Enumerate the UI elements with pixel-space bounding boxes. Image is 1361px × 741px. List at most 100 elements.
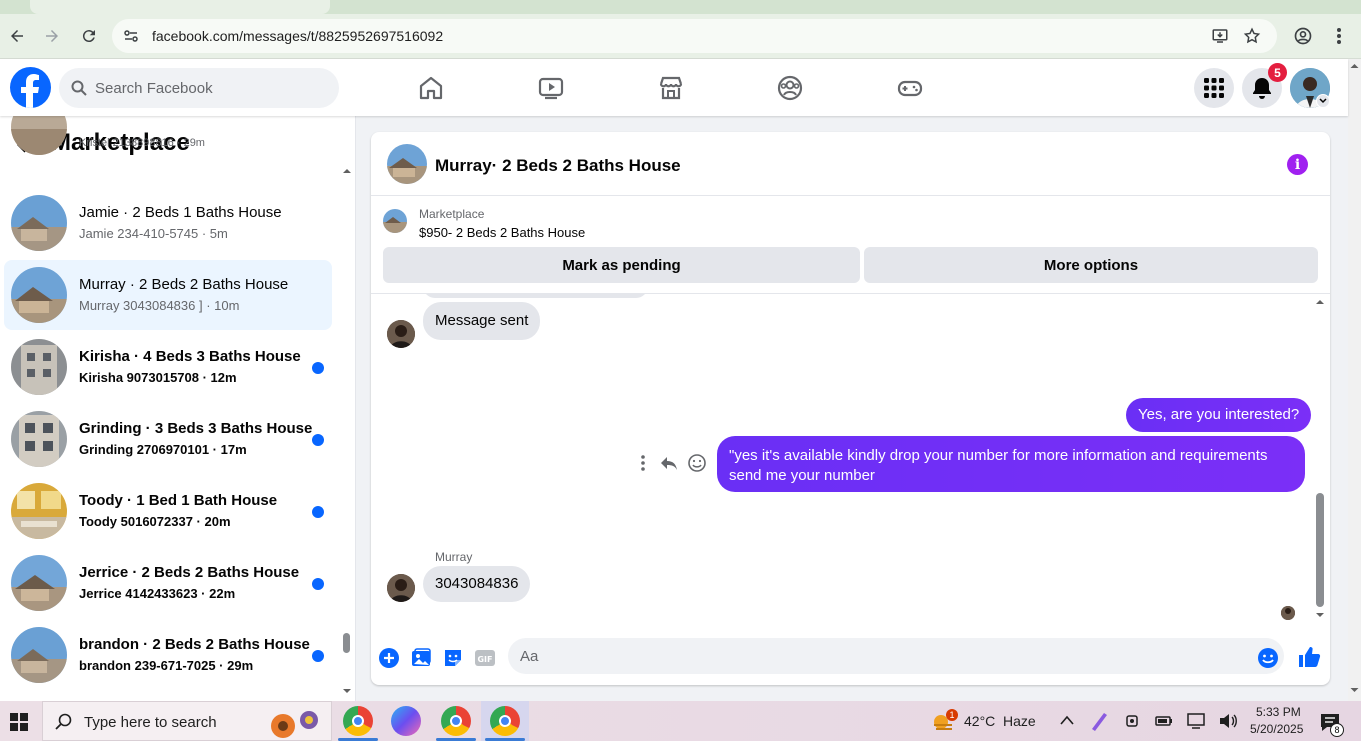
message-input[interactable]: [508, 638, 1284, 674]
sticker-icon[interactable]: [442, 647, 464, 669]
chat-title[interactable]: Murray· 2 Beds 2 Baths House: [435, 156, 681, 176]
network-icon[interactable]: [1186, 712, 1206, 730]
list-item[interactable]: Kristel 2138898816 · 29m: [4, 116, 332, 162]
scroll-up-icon[interactable]: [342, 168, 352, 174]
message-bubble-in[interactable]: Message sent: [423, 302, 541, 340]
listing-thumbnail: [11, 339, 67, 395]
listing-source: Marketplace: [419, 207, 485, 221]
forward-icon[interactable]: [40, 24, 64, 48]
page-scrollbar[interactable]: [1348, 59, 1361, 701]
facebook-logo-icon[interactable]: [10, 67, 51, 108]
reply-icon[interactable]: [659, 453, 679, 473]
like-thumb-icon[interactable]: [1297, 645, 1321, 669]
unread-dot: [312, 578, 324, 590]
browser-profile-icon[interactable]: [1291, 24, 1315, 48]
conversation-jamie[interactable]: Jamie · 2 Beds 1 Baths House Jamie 234-4…: [4, 188, 332, 258]
windows-start-icon[interactable]: [10, 713, 28, 731]
conversation-murray[interactable]: Murray · 2 Beds 2 Baths House Murray 304…: [4, 260, 332, 330]
sender-avatar[interactable]: [387, 320, 415, 348]
add-plus-icon[interactable]: [378, 647, 400, 669]
back-icon[interactable]: [5, 24, 29, 48]
info-icon[interactable]: i: [1287, 154, 1308, 175]
reload-icon[interactable]: [77, 24, 101, 48]
search-icon: [55, 713, 72, 730]
volume-icon[interactable]: [1218, 712, 1238, 730]
gaming-icon[interactable]: [897, 75, 923, 101]
groups-icon[interactable]: [777, 75, 803, 101]
notification-count-badge: 8: [1330, 723, 1344, 737]
listing-thumbnail[interactable]: [383, 209, 407, 233]
site-info-icon[interactable]: [122, 27, 140, 45]
chrome-taskbar-icon[interactable]: [343, 706, 373, 736]
scroll-up-icon[interactable]: [1315, 299, 1325, 305]
browser-menu-icon[interactable]: [1327, 24, 1351, 48]
conversation-title: Jamie · 2 Beds 1 Baths House: [79, 204, 282, 221]
conversation-brandon[interactable]: brandon · 2 Beds 2 Baths House brandon 2…: [4, 620, 332, 690]
bookmark-star-icon[interactable]: [1243, 27, 1261, 45]
scroll-down-icon[interactable]: [1315, 612, 1325, 618]
conversation-title: Jerrice · 2 Beds 2 Baths House: [79, 564, 300, 581]
chat-window: Murray· 2 Beds 2 Baths House i Marketpla…: [371, 132, 1330, 685]
unread-dot: [312, 434, 324, 446]
message-bubble-out[interactable]: Yes, are you interested?: [1126, 398, 1312, 432]
gif-icon[interactable]: GIF: [474, 647, 496, 669]
conversation-toody[interactable]: Toody · 1 Bed 1 Bath House Toody 5016072…: [4, 476, 332, 546]
scroll-down-icon[interactable]: [342, 688, 352, 694]
weather-temp[interactable]: 42°C: [964, 713, 995, 729]
clock-time[interactable]: 5:33 PM: [1256, 705, 1301, 719]
conversation-grinding[interactable]: Grinding · 3 Beds 3 Baths House Grinding…: [4, 404, 332, 474]
search-highlight-icon: [271, 711, 318, 738]
conversation-kirisha[interactable]: Kirisha · 4 Beds 3 Baths House Kirisha 9…: [4, 332, 332, 402]
more-options-button[interactable]: More options: [864, 247, 1318, 283]
chevron-down-icon[interactable]: [1316, 94, 1330, 108]
conversation-jerrice[interactable]: Jerrice · 2 Beds 2 Baths House Jerrice 4…: [4, 548, 332, 618]
conversation-title: Grinding · 3 Beds 3 Baths House: [79, 420, 313, 437]
emoji-icon[interactable]: [1257, 647, 1279, 669]
message-bubble-in[interactable]: 3043084836: [423, 566, 531, 602]
battery-icon[interactable]: [1155, 713, 1173, 729]
weather-desc[interactable]: Haze: [1003, 713, 1036, 729]
unread-dot: [312, 650, 324, 662]
chat-header: Murray· 2 Beds 2 Baths House i: [371, 132, 1330, 196]
listing-thumbnail: [11, 116, 67, 155]
listing-banner: Marketplace $950- 2 Beds 2 Baths House M…: [371, 196, 1330, 294]
home-icon[interactable]: [418, 75, 444, 101]
more-actions-icon[interactable]: [633, 453, 653, 473]
meet-icon[interactable]: [1124, 712, 1142, 730]
conversation-snippet: Toody 5016072337 · 20m: [79, 514, 231, 529]
svg-text:GIF: GIF: [477, 655, 492, 664]
clock-date[interactable]: 5/20/2025: [1250, 722, 1303, 736]
conversation-snippet: Jerrice 4142433623 · 22m: [79, 586, 236, 601]
address-bar[interactable]: facebook.com/messages/t/8825952697516092: [112, 19, 1277, 53]
listing-thumbnail: [11, 627, 67, 683]
mark-as-pending-button[interactable]: Mark as pending: [383, 247, 860, 283]
sidebar-scrollbar[interactable]: [343, 633, 350, 653]
listing-thumbnail: [11, 195, 67, 251]
listing-price[interactable]: $950- 2 Beds 2 Baths House: [419, 225, 585, 240]
search-input[interactable]: [95, 68, 331, 108]
chrome-active-taskbar-icon[interactable]: [490, 706, 520, 736]
listing-thumbnail: [11, 483, 67, 539]
listing-thumbnail: [11, 267, 67, 323]
chevron-up-icon[interactable]: [1060, 715, 1074, 725]
taskbar-search[interactable]: Type here to search: [42, 701, 332, 741]
listing-thumbnail: [11, 411, 67, 467]
browser-tab[interactable]: [30, 0, 330, 14]
facebook-search[interactable]: [59, 68, 339, 108]
pen-icon[interactable]: [1090, 711, 1108, 731]
react-emoji-icon[interactable]: [687, 453, 707, 473]
photo-icon[interactable]: [410, 647, 432, 669]
video-icon[interactable]: [538, 75, 564, 101]
copilot-taskbar-icon[interactable]: [391, 706, 421, 736]
url-text[interactable]: facebook.com/messages/t/8825952697516092: [152, 28, 443, 44]
marketplace-icon[interactable]: [658, 75, 684, 101]
message-bubble-out[interactable]: "yes it's available kindly drop your num…: [717, 436, 1305, 492]
sender-avatar[interactable]: [387, 574, 415, 602]
chrome-profile-taskbar-icon[interactable]: [441, 706, 471, 736]
menu-grid-button[interactable]: [1194, 68, 1234, 108]
unread-dot: [312, 362, 324, 374]
install-app-icon[interactable]: [1211, 27, 1229, 45]
chat-scrollbar[interactable]: [1316, 493, 1324, 607]
chat-avatar[interactable]: [387, 144, 427, 184]
browser-toolbar: facebook.com/messages/t/8825952697516092: [0, 14, 1361, 59]
